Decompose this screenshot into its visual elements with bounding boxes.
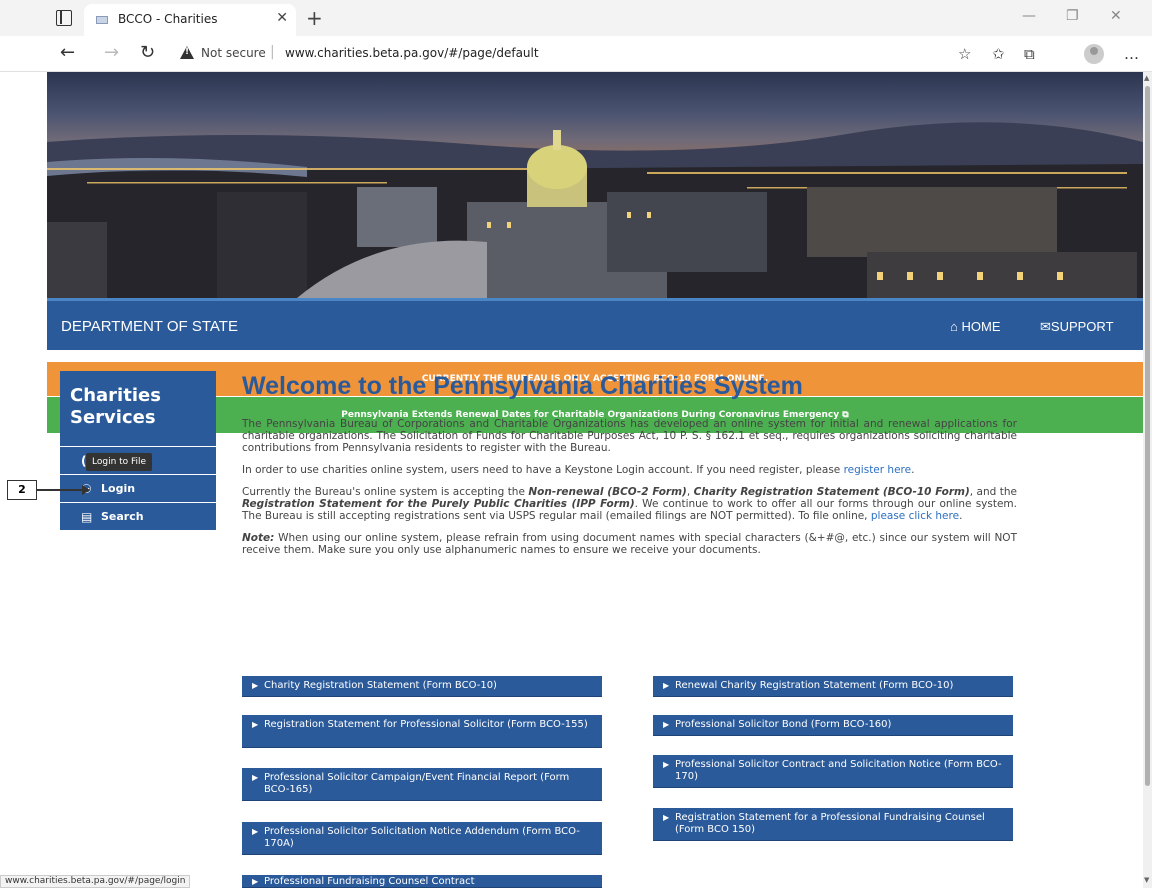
refresh-icon[interactable]: ↻	[140, 42, 155, 63]
department-title: DEPARTMENT OF STATE	[61, 318, 238, 335]
support-label: SUPPORT	[1050, 319, 1114, 334]
form-button[interactable]: ▶ Professional Fundraising Counsel Contra…	[242, 875, 602, 888]
home-label: HOME	[961, 319, 1001, 334]
url-separator: |	[270, 44, 275, 60]
form-button-label: Charity Registration Statement (Form BCO…	[264, 680, 497, 691]
caret-right-icon: ▶	[252, 827, 259, 836]
form-button-label: Professional Fundraising Counsel Contrac…	[264, 876, 475, 887]
form-button[interactable]: ▶ Professional Solicitor Campaign/Event F…	[242, 768, 602, 801]
minimize-icon[interactable]: —	[1022, 8, 1036, 24]
form-button[interactable]: ▶ Registration Statement for a Profession…	[653, 808, 1013, 841]
forms-paragraph: Currently the Bureau's online system is …	[242, 486, 1017, 522]
sidebar-title-line2: Services	[70, 407, 156, 428]
url-input[interactable]: www.charities.beta.pa.gov/#/page/default	[285, 46, 539, 60]
browser-tab[interactable]: BCCO - Charities ✕	[84, 4, 296, 36]
register-link[interactable]: register here	[844, 464, 912, 476]
form-button-label: Professional Solicitor Contract and Soli…	[675, 759, 1002, 782]
page-scrollbar[interactable]: ▲ ▼	[1143, 72, 1152, 888]
caret-right-icon: ▶	[663, 681, 670, 690]
new-tab-icon[interactable]: +	[306, 6, 323, 30]
home-link[interactable]: ⌂ HOME	[950, 319, 1000, 334]
browser-tab-bar: BCCO - Charities ✕ + — ❐ ✕	[0, 0, 1152, 36]
form-button[interactable]: ▶ Charity Registration Statement (Form BC…	[242, 676, 602, 697]
caret-right-icon: ▶	[252, 773, 259, 782]
not-secure-label[interactable]: Not secure	[201, 46, 266, 60]
mail-icon: ✉	[1040, 319, 1051, 334]
window-close-icon[interactable]: ✕	[1110, 8, 1122, 24]
more-menu-icon[interactable]: …	[1124, 45, 1139, 63]
keystone-text: In order to use charities online system,…	[242, 464, 844, 476]
favicon-icon	[96, 16, 108, 24]
note-paragraph: Note: When using our online system, plea…	[242, 532, 1017, 556]
form-button[interactable]: ▶ Professional Solicitor Bond (Form BCO-1…	[653, 715, 1013, 736]
tab-close-icon[interactable]: ✕	[276, 10, 288, 26]
favorites-icon[interactable]: ✩	[992, 45, 1005, 63]
sidebar-item-search[interactable]: ▤ Search	[60, 503, 216, 531]
keystone-paragraph: In order to use charities online system,…	[242, 464, 1017, 476]
caret-right-icon: ▶	[252, 681, 259, 690]
caret-right-icon: ▶	[252, 877, 259, 886]
forms-text-h: .	[959, 510, 963, 522]
scroll-down-icon[interactable]: ▼	[1144, 876, 1149, 884]
sidebar-item-label-search: Search	[101, 510, 144, 523]
form-button[interactable]: ▶ Professional Solicitor Contract and Sol…	[653, 755, 1013, 788]
forms-text-c: ,	[686, 486, 694, 498]
note-text: When using our online system, please ref…	[242, 532, 1017, 556]
forms-text-a: Currently the Bureau's online system is …	[242, 486, 529, 498]
tab-title: BCCO - Charities	[118, 12, 218, 26]
forward-icon[interactable]: →	[104, 42, 119, 63]
back-icon[interactable]: ←	[60, 42, 75, 63]
caret-right-icon: ▶	[663, 760, 670, 769]
warning-icon[interactable]	[180, 46, 194, 59]
form-button-label: Registration Statement for a Professiona…	[675, 812, 985, 835]
sidebar-title: Charities Services	[60, 371, 216, 447]
address-bar-row: ← → ↻ Not secure | www.charities.beta.pa…	[0, 36, 1152, 72]
form-button-label: Professional Solicitor Solicitation Noti…	[264, 826, 580, 849]
form-button[interactable]: ▶ Registration Statement for Professional…	[242, 715, 602, 748]
tab-actions-icon[interactable]	[56, 10, 72, 26]
department-nav-bar: DEPARTMENT OF STATE ⌂ HOME ✉SUPPORT	[47, 298, 1143, 350]
form-button-label: Professional Solicitor Campaign/Event Fi…	[264, 772, 570, 795]
page-title: Welcome to the Pennsylvania Charities Sy…	[242, 372, 803, 400]
city-skyline-image	[47, 122, 1143, 298]
annotation-line	[37, 489, 83, 491]
support-link[interactable]: ✉SUPPORT	[1040, 319, 1114, 335]
restore-icon[interactable]: ❐	[1066, 8, 1079, 24]
hero-image	[47, 72, 1143, 298]
form-button[interactable]: ▶ Professional Solicitor Solicitation Not…	[242, 822, 602, 855]
collections-icon[interactable]: ⧉	[1024, 45, 1035, 63]
file-online-link[interactable]: please click here	[871, 510, 959, 522]
form-bco2-name: Non-renewal (BCO-2 Form)	[528, 486, 687, 498]
caret-right-icon: ▶	[252, 720, 259, 729]
form-button-label: Professional Solicitor Bond (Form BCO-16…	[675, 719, 892, 730]
sidebar-title-line1: Charities	[70, 385, 161, 406]
form-button-label: Renewal Charity Registration Statement (…	[675, 680, 954, 691]
document-icon: ▤	[81, 510, 93, 524]
profile-avatar[interactable]	[1084, 44, 1104, 64]
forms-text-e: , and the	[969, 486, 1017, 498]
home-icon: ⌂	[950, 319, 958, 334]
annotation-label: 2	[7, 480, 37, 500]
caret-right-icon: ▶	[663, 720, 670, 729]
form-bco10-name: Charity Registration Statement (BCO-10 F…	[693, 486, 970, 498]
caret-right-icon: ▶	[663, 813, 670, 822]
scroll-up-icon[interactable]: ▲	[1144, 74, 1149, 82]
note-label: Note:	[242, 532, 275, 544]
form-ipp-name: Registration Statement for the Purely Pu…	[242, 498, 635, 510]
scroll-thumb[interactable]	[1145, 86, 1150, 786]
charities-services-sidebar: Charities Services ( ⚇ Login ▤ Search	[60, 371, 216, 531]
keystone-end: .	[911, 464, 915, 476]
login-tooltip: Login to File	[86, 453, 153, 471]
sidebar-item-label-login: Login	[101, 482, 136, 495]
status-bar: www.charities.beta.pa.gov/#/page/login	[0, 875, 191, 888]
main-content: Welcome to the Pennsylvania Charities Sy…	[242, 372, 1017, 566]
intro-paragraph: The Pennsylvania Bureau of Corporations …	[242, 418, 1017, 454]
form-button[interactable]: ▶ Renewal Charity Registration Statement …	[653, 676, 1013, 697]
annotation-arrow-icon	[82, 485, 90, 495]
read-aloud-icon[interactable]: ☆	[958, 45, 971, 63]
form-button-label: Registration Statement for Professional …	[264, 719, 588, 730]
